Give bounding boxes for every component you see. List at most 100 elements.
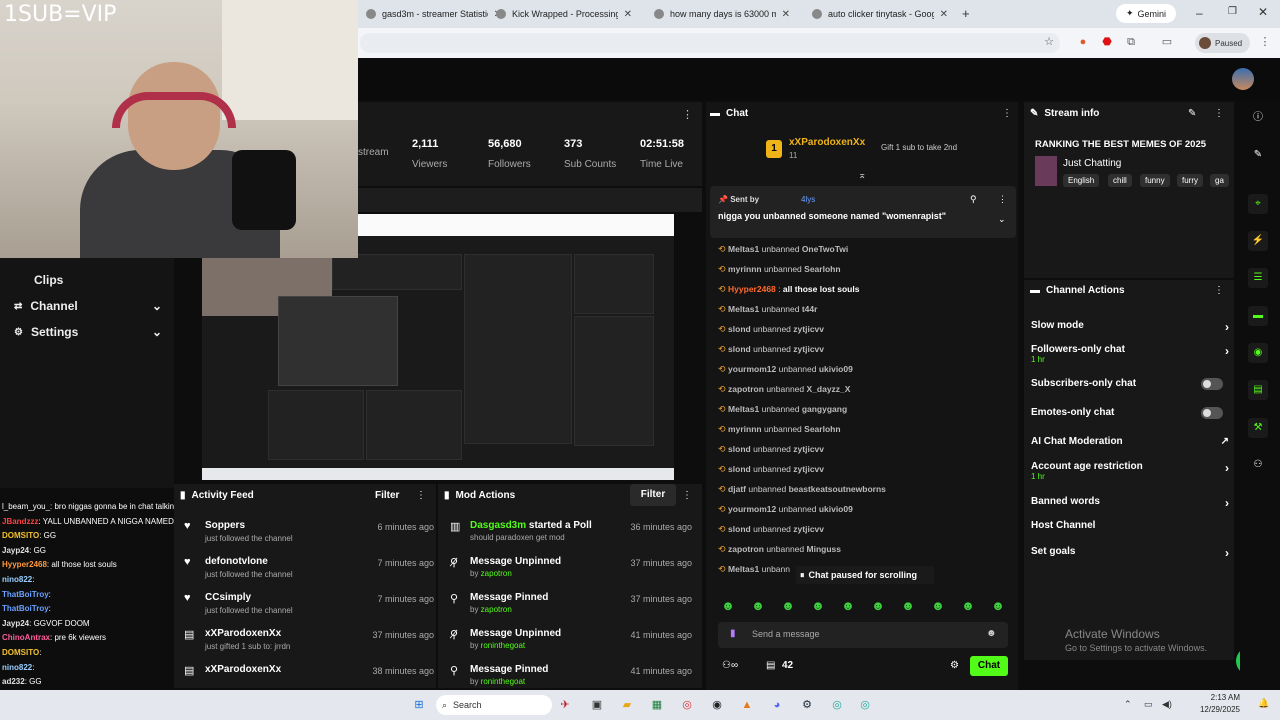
chat-target[interactable]: zytjicvv [793,344,824,354]
stream-tag[interactable]: English [1063,174,1100,187]
layout-icon[interactable]: ▤ [1248,380,1268,400]
app-icon[interactable]: ✈ [556,696,574,714]
emote-icon[interactable]: ☻ [808,598,828,616]
chat-menu-icon[interactable]: ⋮ [1002,108,1012,119]
channel-action-set-goals[interactable]: Set goals › [1031,546,1229,566]
chat-username[interactable]: slond [728,324,751,334]
activity-user[interactable]: CCsimply [205,592,251,603]
channel-action-banned-words[interactable]: Banned words › [1031,496,1229,516]
minimize-icon[interactable]: – [1196,6,1203,20]
windows-start-icon[interactable]: ⊞ [410,696,428,714]
chat-target[interactable]: X_dayzz_X [807,384,851,394]
channel-action-emotes-only-chat[interactable]: Emotes-only chat [1031,407,1229,427]
pinned-menu-icon[interactable]: ⋮ [998,194,1007,205]
edit-stream-icon[interactable]: ✎ [1188,108,1196,119]
chat-username[interactable]: slond [728,524,751,534]
channel-action-subscribers-only-chat[interactable]: Subscribers-only chat [1031,378,1229,398]
pencil-icon[interactable]: ✎ [1248,145,1268,165]
emoji-icon[interactable]: ☻ [986,628,997,639]
close-tab-icon[interactable]: ✕ [940,9,948,20]
wrench-icon[interactable]: ⚒ [1248,418,1268,438]
chevron-right-icon[interactable]: › [1225,496,1229,510]
channel-action-host-channel[interactable]: Host Channel [1031,520,1229,540]
chevron-right-icon[interactable]: › [1225,320,1229,334]
chat-target[interactable]: gangygang [802,404,847,414]
mod-action-user[interactable]: zapotron [481,605,512,614]
mod-filter-button[interactable]: Filter [630,484,676,506]
browser-tab[interactable]: auto clicker tinytask - Google S ✕ [804,4,956,24]
extensions-puzzle-icon[interactable]: ⧉ [1124,35,1138,49]
activity-item[interactable]: ♥ Soppers just followed the channel 6 minut… [184,520,434,554]
chevron-right-icon[interactable]: › [1225,546,1229,560]
adblock-icon[interactable]: ⬣ [1100,35,1114,49]
chat-target[interactable]: Minguss [807,544,841,554]
close-window-icon[interactable]: ✕ [1258,5,1268,19]
send-chat-button[interactable]: Chat [970,656,1008,676]
mic-icon[interactable]: ▮ [730,628,736,639]
mod-action-user[interactable]: roninthegoat [481,641,525,650]
stats-menu-icon[interactable]: ⋮ [682,108,693,121]
volume-icon[interactable]: ◀) [1162,699,1172,710]
chat-users-icon[interactable]: ⚇∞ [722,660,738,671]
chat-username[interactable]: djatf [728,484,746,494]
chat-username[interactable]: Meltas1 [728,244,759,254]
network-icon[interactable]: ▭ [1144,699,1153,710]
steam-icon[interactable]: ⚙ [798,696,816,714]
category-thumbnail[interactable] [1035,156,1057,186]
mod-action-item[interactable]: ⚲̸ Message Unpinned by zapotron 37 minutes … [448,556,692,590]
chat-target[interactable]: Searlohn [804,424,840,434]
chat-username[interactable]: slond [728,444,751,454]
close-tab-icon[interactable]: ✕ [782,9,790,20]
chat-username[interactable]: myrinnn [728,264,762,274]
vlc-icon[interactable]: ▲ [738,696,756,714]
notifications-icon[interactable]: 🔔 [1258,698,1269,709]
profile-paused-button[interactable]: Paused [1195,33,1250,53]
emote-icon[interactable]: ☻ [778,598,798,616]
top-gifter-name[interactable]: xXParodoxenXx [789,137,865,148]
info-icon[interactable]: ⓘ [1248,108,1268,128]
menu-kebab-icon[interactable]: ⋮ [1258,35,1272,49]
chat-username[interactable]: zapotron [728,384,764,394]
channel-actions-menu-icon[interactable]: ⋮ [1214,285,1224,296]
chat-target[interactable]: zytjicvv [793,524,824,534]
stream-tag[interactable]: ga [1210,174,1229,187]
chat-target[interactable]: zytjicvv [793,464,824,474]
channel-action-slow-mode[interactable]: Slow mode › [1031,320,1229,340]
browser-tab[interactable]: Kick Wrapped - Processing ✕ [488,4,640,24]
chat-username[interactable]: yourmom12 [728,504,776,514]
lightning-icon[interactable]: ⚡ [1248,231,1268,251]
scan-icon[interactable]: ⌖ [1248,194,1268,214]
emote-icon[interactable]: ☻ [748,598,768,616]
chat-username[interactable]: myrinnn [728,424,762,434]
chat-settings-icon[interactable]: ⚙ [950,660,959,671]
stream-tag[interactable]: furry [1177,174,1203,187]
mod-action-item[interactable]: ⚲̸ Message Unpinned by roninthegoat 41 minu… [448,628,692,662]
chat-rail-icon[interactable]: ▬ [1248,306,1268,326]
mod-menu-icon[interactable]: ⋮ [682,490,692,501]
file-explorer-icon[interactable]: ▰ [618,696,636,714]
chrome-icon[interactable]: ◎ [678,696,696,714]
emote-icon[interactable]: ☻ [838,598,858,616]
stream-info-menu-icon[interactable]: ⋮ [1214,108,1224,119]
external-link-icon[interactable]: ↗ [1221,436,1229,447]
sidebar-item-clips[interactable]: Clips [34,270,63,290]
toggle-switch[interactable] [1201,378,1223,390]
chat-username[interactable]: Meltas1 [728,404,759,414]
store-icon[interactable]: ▦ [648,696,666,714]
chat-target[interactable]: Searlohn [804,264,840,274]
toggle-switch[interactable] [1201,407,1223,419]
category-name[interactable]: Just Chatting [1063,158,1121,169]
chat-paused-banner[interactable]: ⏸ Chat paused for scrolling [796,566,934,584]
chat-target[interactable]: zytjicvv [793,324,824,334]
chat-target[interactable]: ukivio09 [819,504,853,514]
clock-date[interactable]: 12/29/2025 [1194,705,1240,714]
close-tab-icon[interactable]: ✕ [624,9,632,20]
sidebar-item-settings[interactable]: ⚙ Settings ⌄ [14,322,162,342]
collapse-icon[interactable]: ⌅ [858,170,866,181]
broadcast-icon[interactable]: ◉ [1248,343,1268,363]
chat-target[interactable]: ukivio09 [819,364,853,374]
chat-target[interactable]: zytjicvv [793,444,824,454]
chrome-3-icon[interactable]: ◎ [856,696,874,714]
sidebar-item-channel[interactable]: ⇄ Channel ⌄ [14,296,162,316]
activity-user[interactable]: defonotvlone [205,556,268,567]
